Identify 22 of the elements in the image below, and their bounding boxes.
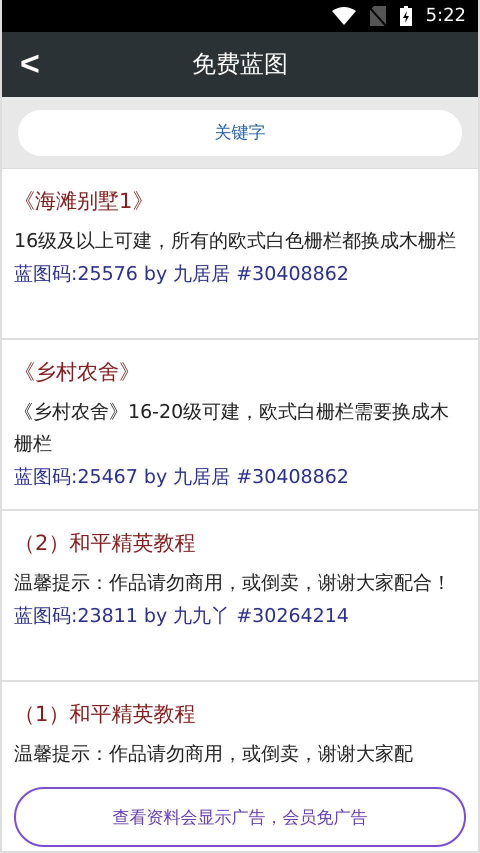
blueprint-description: 16级及以上可建，所有的欧式白色栅栏都换成木栅栏 [14, 228, 458, 254]
blueprint-title: （1）和平精英教程 [14, 700, 196, 728]
blueprint-title: 《海滩别墅1》 [14, 188, 154, 215]
blueprint-card[interactable]: 《乡村农舍》 《乡村农舍》16-20级可建，欧式白栅栏需要换成木栅栏 蓝图码:25467 by 九居居 #30408862 [2, 340, 478, 511]
wifi-icon [332, 6, 356, 25]
blueprint-code: 蓝图码:25467 by 九居居 #30408862 [14, 464, 350, 490]
back-button[interactable]: < [16, 46, 44, 82]
page-title: 免费蓝图 [192, 49, 288, 80]
blueprint-card[interactable]: 《海滩别墅1》 16级及以上可建，所有的欧式白色栅栏都换成木栅栏 蓝图码:25576 by 九居居 #30408862 [2, 168, 478, 340]
blueprint-code: 蓝图码:25576 by 九居居 #30408862 [14, 262, 350, 287]
blueprint-description: 温馨提示：作品请勿商用，或倒卖，谢谢大家配 [14, 742, 414, 767]
no-sim-icon [370, 6, 386, 26]
blueprint-description: 《乡村农舍》16-20级可建，欧式白栅栏需要换成木栅栏 [14, 400, 450, 457]
blueprint-card[interactable]: （2）和平精英教程 温馨提示：作品请勿商用，或倒卖，谢谢大家配合！ 蓝图码:23811 by 九九丫 #30264214 [2, 510, 478, 682]
status-time: 5:22 [426, 5, 466, 26]
blueprint-description: 温馨提示：作品请勿商用，或倒卖，谢谢大家配合！ [14, 570, 452, 596]
battery-charging-icon [400, 6, 412, 26]
blueprint-title: 《乡村农舍》 [14, 358, 141, 386]
blueprint-code: 蓝图码:23811 by 九九丫 #30264214 [14, 604, 350, 629]
blueprint-title: （2）和平精英教程 [14, 530, 196, 557]
ad-notice-button[interactable]: 查看资料会显示广告，会员免广告 [14, 787, 466, 847]
search-field[interactable]: 关键字 [18, 110, 462, 156]
